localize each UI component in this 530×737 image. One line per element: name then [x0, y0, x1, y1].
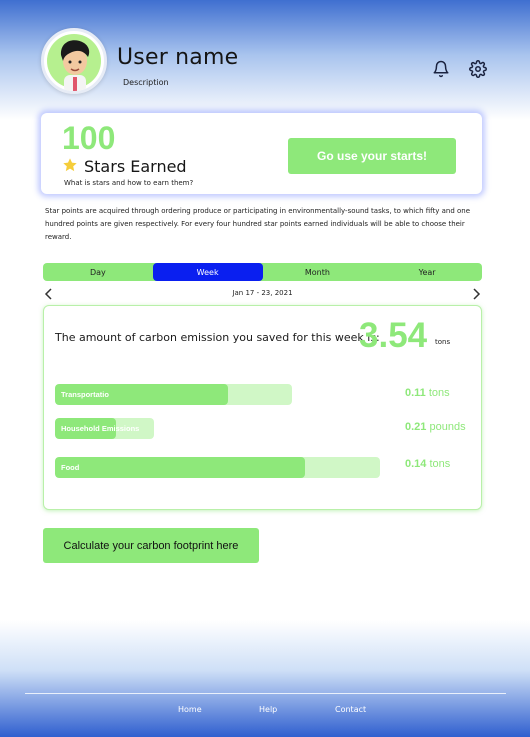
date-navigator: Jan 17 - 23, 2021 [43, 286, 482, 300]
footer-link-help[interactable]: Help [259, 705, 277, 714]
footer-link-contact[interactable]: Contact [335, 705, 366, 714]
bar-value-unit: pounds [429, 421, 466, 433]
tab-week[interactable]: Week [152, 263, 263, 281]
bar-value-number: 0.11 [405, 387, 426, 399]
avatar-illustration [60, 40, 90, 91]
bar-household: Household Emissions [55, 418, 154, 439]
use-stars-button[interactable]: Go use your starts! [288, 138, 456, 174]
emissions-unit: tons [435, 338, 451, 346]
bell-icon[interactable] [432, 60, 450, 78]
footer-link-home[interactable]: Home [178, 705, 202, 714]
bar-label: Household Emissions [61, 424, 140, 433]
bar-value-unit: tons [428, 387, 450, 399]
gear-icon[interactable] [469, 60, 487, 78]
bar-value-number: 0.21 [405, 421, 427, 433]
bar-label: Food [61, 463, 80, 472]
bar-fill [55, 457, 306, 478]
bar-transportation: Transportatio [55, 384, 292, 405]
chevron-right-icon[interactable] [470, 286, 482, 300]
emissions-value: 3.54 [359, 316, 428, 355]
star-points-info: Star points are acquired through orderin… [45, 207, 471, 241]
star-icon [62, 157, 78, 173]
calculate-footprint-button[interactable]: Calculate your carbon footprint here [43, 528, 259, 563]
avatar[interactable] [41, 28, 107, 94]
stars-help-link[interactable]: What is stars and how to earn them? [64, 179, 193, 187]
bar-value-unit: tons [429, 458, 451, 470]
bar-value: 0.14 tons [405, 458, 450, 470]
emissions-text: The amount of carbon emission you saved … [55, 331, 380, 344]
bar-value: 0.11 tons [405, 387, 450, 399]
tab-month[interactable]: Month [263, 263, 373, 281]
bar-value: 0.21 pounds [405, 421, 466, 433]
stars-earned-label: Stars Earned [84, 157, 187, 176]
user-name: User name [117, 45, 239, 70]
bar-food: Food [55, 457, 380, 478]
tab-day[interactable]: Day [43, 263, 153, 281]
tab-year[interactable]: Year [372, 263, 482, 281]
period-tabs: Day Week Month Year [43, 263, 482, 281]
footer-divider [25, 693, 506, 694]
date-range: Jan 17 - 23, 2021 [232, 289, 293, 297]
user-description: Description [123, 78, 169, 87]
stars-count: 100 [62, 120, 116, 156]
bar-value-number: 0.14 [405, 458, 427, 470]
bar-label: Transportatio [61, 390, 109, 399]
